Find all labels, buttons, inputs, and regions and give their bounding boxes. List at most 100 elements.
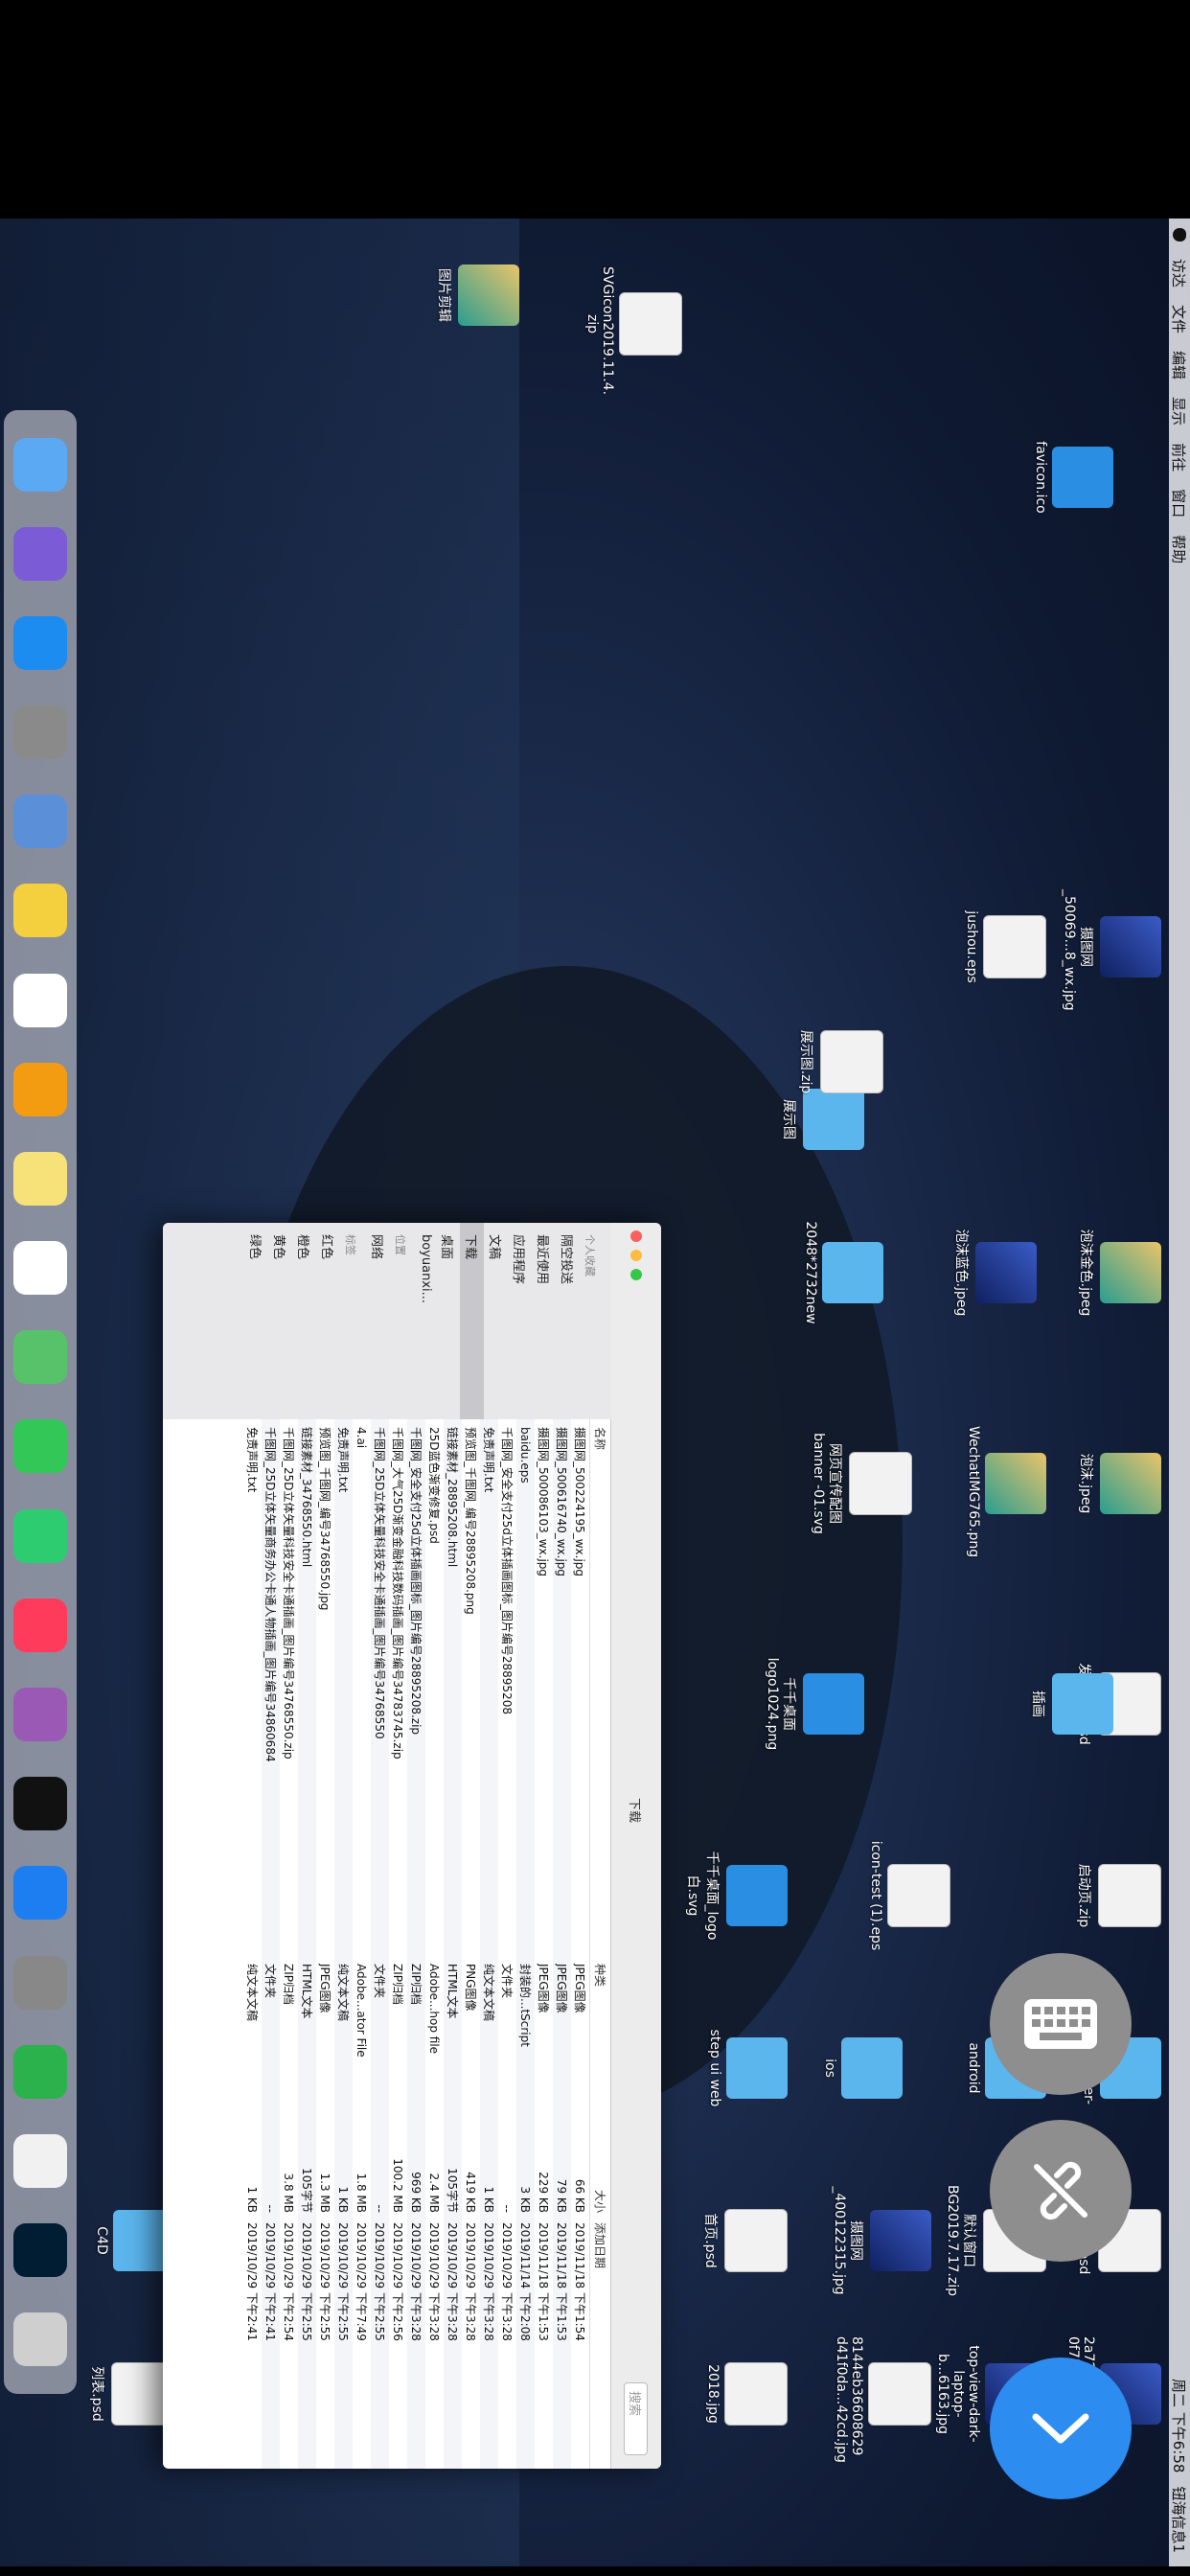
file-row[interactable]: 千图网_安全支付25d立体插画图标_图片编号28895208 文件夹 -- 2019/… (498, 1419, 516, 2469)
file-row[interactable]: 预览图_千图网_编号34768550.jpg JPEG图像 1.3 MB 2019/1… (316, 1419, 334, 2469)
sidebar-item-desktop[interactable]: 桌面 (436, 1223, 460, 1419)
desktop-icon[interactable]: step ui web (707, 2011, 788, 2126)
stickies-icon[interactable] (13, 1151, 67, 1206)
menu-finder[interactable]: 访达 (1170, 259, 1190, 288)
facetime-icon[interactable] (13, 1508, 67, 1563)
sidebar-item-airdrop[interactable]: 隔空投送 (556, 1223, 580, 1419)
sidebar-item-network[interactable]: 网络 (366, 1223, 390, 1419)
file-row[interactable]: 千图网_25D立体矢量科技安全卡通插画_图片编号34768550 文件夹 -- 201… (371, 1419, 389, 2469)
file-row[interactable]: 链接素材_34768550.html HTML文本 105字节 2019/10/29 … (298, 1419, 316, 2469)
sidebar-tag-orange[interactable]: 橙色 (292, 1223, 316, 1419)
file-row[interactable]: 摄图网_500086103_wx.jpg JPEG图像 229 KB 2019/11/… (535, 1419, 553, 2469)
file-row[interactable]: 免责声明.txt 纯文本文稿 1 KB 2019/10/29 下午3:28 (480, 1419, 498, 2469)
desktop-icon[interactable]: 千千桌面 logo1024.png (765, 1646, 864, 1761)
sidebar-tag-red[interactable]: 红色 (316, 1223, 340, 1419)
siri-icon[interactable] (13, 526, 67, 581)
desktop-icon[interactable]: 泡沫.jpeg (1077, 1426, 1161, 1541)
sidebar-item-applications[interactable]: 应用程序 (508, 1223, 532, 1419)
desktop-icon[interactable]: 千千桌面_logo 白.svg (684, 1838, 788, 1953)
desktop-icon[interactable]: jushou.eps (964, 889, 1046, 1004)
search-input[interactable]: 搜索 (624, 2381, 649, 2455)
menu-help[interactable]: 帮助 (1170, 535, 1190, 564)
photoshop-icon[interactable] (13, 2223, 67, 2278)
notes-icon[interactable] (13, 884, 67, 938)
file-row[interactable]: 千图网_25D立体矢量科技安全卡通插画_图片编号34768550.zip ZIP归… (280, 1419, 298, 2469)
desktop-icon[interactable]: 摄图网 _50069...8_wx.jpg (1062, 889, 1161, 1011)
column-size[interactable]: 大小 (593, 2107, 609, 2222)
file-row[interactable]: 千图网_大气25D渐变金融科技数码插画_图片编号34783745.zip ZIP归… (389, 1419, 407, 2469)
sidebar-item-recents[interactable]: 最近使用 (532, 1223, 556, 1419)
podcasts-icon[interactable] (13, 1687, 67, 1741)
file-row[interactable]: 预览图_千图网_编号28895208.png PNG图像 419 KB 2019/10… (462, 1419, 480, 2469)
desktop-icon[interactable]: ios (822, 2011, 903, 2126)
menu-edit[interactable]: 编辑 (1170, 351, 1190, 380)
desktop-icon[interactable]: 2018.jpg (705, 2336, 788, 2451)
file-row[interactable]: 免责声明.txt 纯文本文稿 1 KB 2019/10/29 下午2:55 (334, 1419, 353, 2469)
desktop-icon[interactable]: 2048*2732new (803, 1215, 883, 1330)
disconnect-button[interactable] (990, 2120, 1132, 2262)
file-row[interactable]: 免责声明.txt 纯文本文稿 1 KB 2019/10/29 下午2:41 (243, 1419, 262, 2469)
wechat-icon[interactable] (13, 2044, 67, 2099)
zoom-button[interactable] (630, 1269, 642, 1280)
desktop-icon[interactable]: 泡沫蓝色.jpeg (952, 1215, 1037, 1330)
desktop-icon[interactable]: WechatIMG765.png (966, 1426, 1046, 1557)
desktop-icon[interactable]: 泡沫金色.jpeg (1077, 1215, 1161, 1330)
file-row[interactable]: 摄图网_500616740_wx.jpg JPEG图像 79 KB 2019/11/1… (553, 1419, 571, 2469)
sidebar-tag-green[interactable]: 绿色 (244, 1223, 268, 1419)
close-button[interactable] (630, 1230, 642, 1242)
sidebar-item-downloads[interactable]: 下载 (460, 1223, 484, 1419)
desktop-icon[interactable]: 网页宣传配图 banner -01.svg (811, 1426, 912, 1541)
reminders-icon[interactable] (13, 1241, 67, 1296)
column-date[interactable]: 添加日期 (593, 2222, 609, 2395)
chrome-icon[interactable] (13, 2133, 67, 2188)
file-row[interactable]: 25D蓝色渐变修复.psd Adobe...hop file 2.4 MB 2019/… (425, 1419, 444, 2469)
sidebar-item-documents[interactable]: 文稿 (484, 1223, 508, 1419)
desktop-icon[interactable]: 摄图网 _400122315.jpg (832, 2183, 931, 2298)
desktop-icon[interactable]: 8144eb36608629 d41f0da...42cd.jpg (834, 2336, 931, 2463)
keyboard-button[interactable] (990, 1953, 1132, 2095)
menu-file[interactable]: 文件 (1170, 305, 1190, 334)
music-icon[interactable] (13, 1598, 67, 1652)
column-name[interactable]: 名称 (593, 1419, 609, 1964)
tv-icon[interactable] (13, 1777, 67, 1831)
desktop-icon[interactable]: 启动页.zip (1075, 1838, 1161, 1953)
sidebar-item-home[interactable]: boyuanxi... (416, 1223, 436, 1419)
file-row[interactable]: 链接素材_28895208.html HTML文本 105字节 2019/10/29 … (444, 1419, 462, 2469)
file-row[interactable]: 千图网_安全支付25d立体插画图标_图片编号28895208.zip ZIP归档 9… (407, 1419, 425, 2469)
launchpad-icon[interactable] (13, 705, 67, 760)
messages-icon[interactable] (13, 1419, 67, 1474)
trash-icon[interactable] (13, 2312, 67, 2367)
appstore-icon[interactable] (13, 1866, 67, 1920)
maps-icon[interactable] (13, 1330, 67, 1385)
column-kind[interactable]: 种类 (593, 1964, 609, 2107)
desktop-icon[interactable]: favicon.ico (1033, 420, 1113, 535)
menubar-user[interactable]: 钮海信息1 (1170, 2486, 1190, 2553)
preview-icon[interactable] (13, 794, 67, 849)
calendar-icon[interactable] (13, 973, 67, 1027)
menu-window[interactable]: 窗口 (1170, 489, 1190, 518)
desktop-icon[interactable]: 展示图.zip (797, 1004, 883, 1119)
desktop-icon[interactable]: 列表.psd (88, 2336, 174, 2451)
file-row[interactable]: baidu.eps 封装的...tScript 3 KB 2019/11/14 下午2… (516, 1419, 535, 2469)
apple-icon[interactable] (1173, 228, 1186, 242)
desktop-icon[interactable]: 图片剪辑 (435, 238, 519, 353)
file-row[interactable]: 千图网_25D立体矢量商务办公卡通人物插画_图片编号34860684 文件夹 -- 2… (262, 1419, 280, 2469)
file-size: 1.3 MB (318, 2173, 332, 2213)
desktop-icon[interactable]: 首页.psd (701, 2183, 788, 2298)
menu-view[interactable]: 显示 (1170, 397, 1190, 426)
photos-icon[interactable] (13, 1062, 67, 1116)
collapse-button[interactable] (990, 2358, 1132, 2499)
desktop-icon[interactable]: SVGicon2019.11.4. zip (584, 266, 682, 395)
menubar-clock[interactable]: 周二 下午6:58 (1170, 2379, 1190, 2472)
menu-go[interactable]: 前往 (1170, 443, 1190, 472)
file-row[interactable]: 摄图网_500224195_wx.jpg JPEG图像 66 KB 2019/11/1… (571, 1419, 589, 2469)
desktop-icon-label: 2048*2732new (803, 1221, 818, 1324)
desktop-icon[interactable]: icon-test (1).eps (868, 1838, 950, 1953)
file-row[interactable]: 4.ai Adobe...ator File 1.8 MB 2019/10/29 下午… (353, 1419, 371, 2469)
sidebar-tag-yellow[interactable]: 黄色 (268, 1223, 292, 1419)
minimize-button[interactable] (630, 1250, 642, 1261)
safari-icon[interactable] (13, 615, 67, 670)
desktop-icon[interactable]: 插画 (1029, 1646, 1113, 1761)
settings-icon[interactable] (13, 1955, 67, 2010)
finder-icon[interactable] (13, 437, 67, 492)
